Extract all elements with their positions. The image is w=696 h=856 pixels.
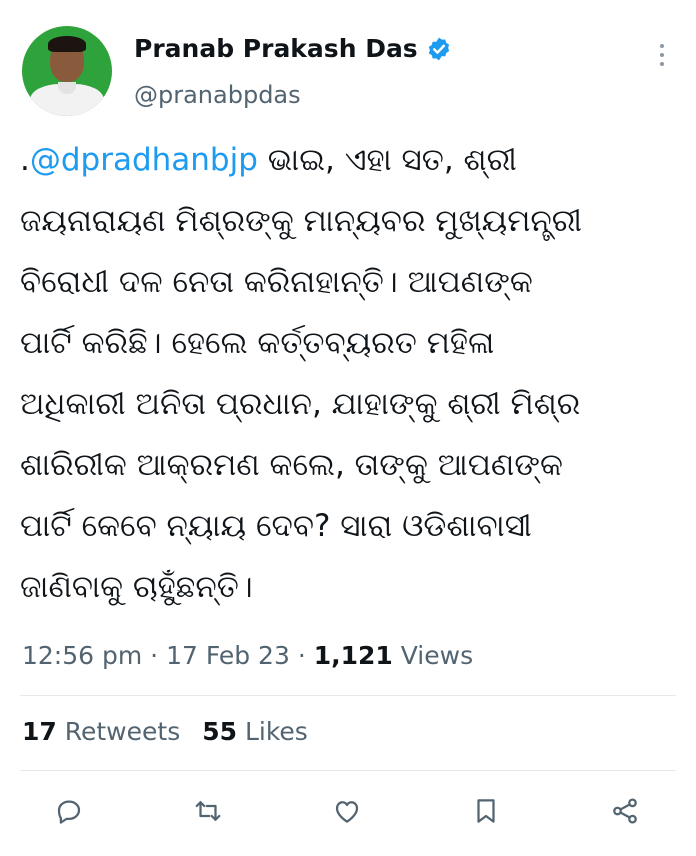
tweet-body: ଭାଇ, ଏହା ସତ, ଶ୍ରୀ ଜୟନାରାୟଣ ମିଶ୍ରଙ୍କୁ ମାନ… <box>20 142 583 605</box>
author-name-row[interactable]: Pranab Prakash Das <box>134 34 452 63</box>
tweet-prefix: . <box>20 142 30 178</box>
share-button[interactable] <box>604 790 646 832</box>
reply-button[interactable] <box>48 790 90 832</box>
retweets-count: 17 <box>22 717 57 746</box>
retweet-icon <box>195 801 221 821</box>
verified-badge-icon <box>428 37 449 60</box>
divider <box>20 770 676 771</box>
likes-count: 55 <box>202 717 238 746</box>
tweet-header: Pranab Prakash Das @pranabpdas <box>22 26 672 122</box>
tweet-time[interactable]: 12:56 pm <box>22 641 142 670</box>
retweet-button[interactable] <box>187 790 229 832</box>
more-options-icon[interactable] <box>656 44 668 72</box>
reply-icon <box>57 800 81 824</box>
author-handle[interactable]: @pranabpdas <box>134 81 301 109</box>
retweets-label: Retweets <box>64 717 181 746</box>
likes-label: Likes <box>244 717 308 746</box>
retweets-stat[interactable]: 17 Retweets <box>22 717 180 746</box>
share-icon <box>613 798 637 824</box>
tweet-date[interactable]: 17 Feb 23 <box>166 641 290 670</box>
mention-link[interactable]: @dpradhanbjp <box>30 142 258 178</box>
tweet-meta: 12:56 pm · 17 Feb 23 · 1,121 Views <box>22 641 473 670</box>
like-icon <box>335 801 359 823</box>
avatar[interactable] <box>22 26 112 116</box>
likes-stat[interactable]: 55 Likes <box>202 717 308 746</box>
author-name[interactable]: Pranab Prakash Das <box>134 34 418 63</box>
divider <box>20 695 676 696</box>
tweet-text: .@dpradhanbjp ଭାଇ, ଏହା ସତ, ଶ୍ରୀ ଜୟନାରାୟଣ… <box>20 130 670 618</box>
meta-separator: · <box>150 641 159 670</box>
tweet-stats: 17 Retweets 55 Likes <box>22 717 308 746</box>
avatar-hair <box>48 36 86 52</box>
meta-separator: · <box>297 641 306 670</box>
views-label: Views <box>400 641 474 670</box>
bookmark-icon <box>477 799 495 823</box>
like-button[interactable] <box>326 790 368 832</box>
bookmark-button[interactable] <box>465 790 507 832</box>
views-count: 1,121 <box>313 641 393 670</box>
action-bar <box>0 790 696 840</box>
